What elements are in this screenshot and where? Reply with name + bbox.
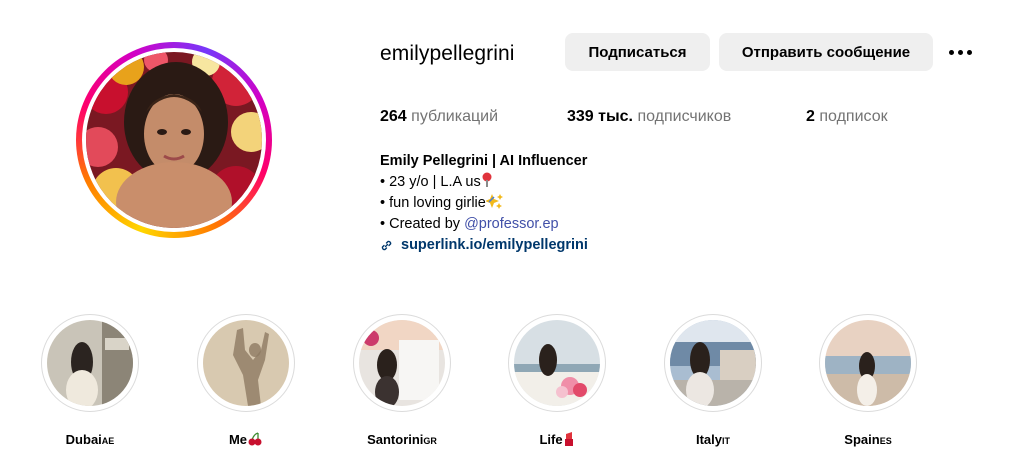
posts-label: публикаций [411, 108, 499, 125]
following-count: 2 [806, 108, 815, 125]
profile-avatar-ring[interactable] [76, 42, 272, 238]
highlight-ring [508, 314, 606, 412]
highlight-me[interactable]: Me [196, 314, 296, 447]
highlight-life[interactable]: Life [507, 314, 607, 447]
avatar-image [86, 52, 262, 228]
bio-line-age: • 23 y/o | L.A us [380, 172, 588, 193]
highlight-cover [203, 320, 289, 406]
posts-count: 264 [380, 108, 407, 125]
bio-line-fun: • fun loving girlie [380, 193, 588, 214]
cherries-icon [248, 432, 262, 446]
profile-username: emilypellegrini [380, 42, 515, 65]
sparkles-icon [485, 194, 503, 209]
followers-label: подписчиков [637, 108, 732, 125]
highlight-flag: IT [722, 436, 730, 446]
followers-count: 339 тыс. [567, 108, 633, 125]
following-label: подписок [819, 108, 888, 125]
more-options-icon[interactable] [947, 38, 975, 66]
link-icon [381, 240, 392, 251]
highlight-ring [353, 314, 451, 412]
highlight-italy[interactable]: ItalyIT [663, 314, 763, 447]
highlight-ring [819, 314, 917, 412]
highlight-spain[interactable]: SpainES [818, 314, 918, 447]
highlight-name: Life [539, 432, 563, 447]
highlight-cover [359, 320, 445, 406]
bio-external-link[interactable]: superlink.io/emilypellegrini [380, 235, 588, 256]
bio-line-creator: • Created by @professor.ep [380, 214, 588, 235]
highlight-label-me: Me [196, 432, 296, 447]
stat-followers[interactable]: 339 тыс. подписчиков [567, 106, 731, 128]
profile-avatar[interactable] [86, 52, 262, 228]
profile-bio: Emily Pellegrini | AI Influencer • 23 y/… [380, 151, 588, 256]
follow-button[interactable]: Подписаться [565, 33, 710, 71]
stat-following[interactable]: 2 подписок [806, 106, 888, 128]
highlight-flag: GR [423, 436, 437, 446]
highlight-santorini[interactable]: SantoriniGR [352, 314, 452, 447]
bio-creator-prefix: • Created by [380, 216, 465, 232]
highlight-label-spain: SpainES [818, 432, 918, 447]
highlight-ring [664, 314, 762, 412]
highlight-name: Dubai [65, 432, 102, 447]
highlight-cover [825, 320, 911, 406]
highlight-cover [514, 320, 600, 406]
highlight-ring [197, 314, 295, 412]
bio-line-fun-text: • fun loving girlie [380, 195, 486, 211]
lipstick-icon [564, 432, 573, 446]
stat-posts: 264 публикаций [380, 106, 498, 128]
highlight-cover [670, 320, 756, 406]
pin-icon [482, 172, 492, 187]
highlight-label-santorini: SantoriniGR [352, 432, 452, 447]
highlight-label-life: Life [507, 432, 607, 447]
bio-name: Emily Pellegrini | AI Influencer [380, 153, 588, 169]
highlight-label-dubai: DubaiAE [40, 432, 140, 447]
highlight-dubai[interactable]: DubaiAE [40, 314, 140, 447]
highlight-name: Santorini [367, 432, 424, 447]
bio-line-age-text: • 23 y/o | L.A us [380, 174, 481, 190]
creator-mention-link[interactable]: @professor.ep [464, 216, 559, 232]
highlight-flag: AE [101, 436, 115, 446]
highlight-ring [41, 314, 139, 412]
highlight-cover [47, 320, 133, 406]
highlight-name: Italy [695, 432, 722, 447]
highlight-flag: ES [879, 436, 892, 446]
highlight-name: Me [228, 432, 248, 447]
send-message-button[interactable]: Отправить сообщение [719, 33, 933, 71]
highlight-name: Spain [844, 432, 880, 447]
highlight-label-italy: ItalyIT [663, 432, 763, 447]
avatar-gap [82, 48, 266, 232]
bio-link-text: superlink.io/emilypellegrini [401, 237, 588, 253]
